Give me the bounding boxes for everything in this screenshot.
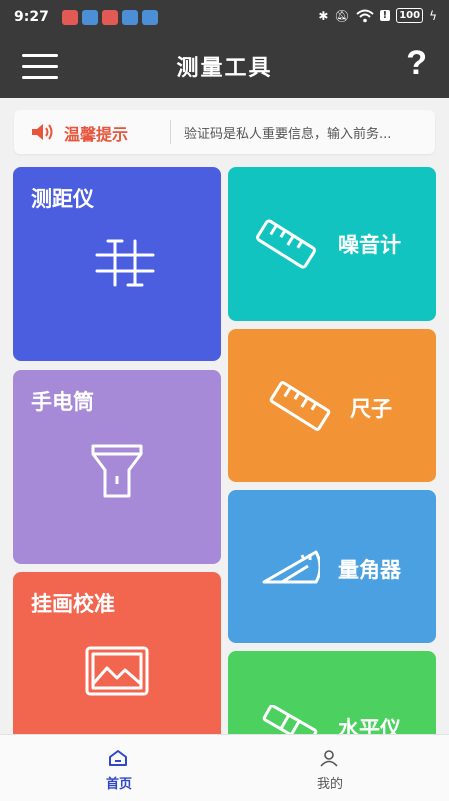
tool-card-protractor[interactable]: 量角器 — [228, 490, 436, 643]
protractor-icon — [262, 550, 320, 584]
bluetooth-icon: ✱ — [318, 8, 329, 23]
system-icons: ✱ 🔕︎ ! 100 ϟ — [318, 8, 437, 23]
rangefinder-icon — [95, 239, 155, 287]
ruler-icon — [256, 219, 316, 269]
notification-icons — [62, 10, 158, 25]
help-button[interactable]: ? — [406, 44, 427, 83]
notice-divider — [170, 120, 171, 144]
app-notification-icon — [82, 10, 98, 25]
tool-label: 挂画校准 — [31, 592, 115, 616]
tool-label: 噪音计 — [338, 233, 401, 257]
notice-label: 温馨提示 — [64, 125, 129, 144]
tool-label: 量角器 — [338, 558, 401, 582]
app-notification-icon — [102, 10, 118, 25]
tool-label: 测距仪 — [31, 187, 94, 211]
tool-label: 尺子 — [350, 397, 392, 421]
ruler-icon — [269, 381, 331, 431]
app-bar: 测量工具 ? — [0, 36, 449, 98]
status-time: 9:27 — [14, 9, 49, 25]
notice-bar[interactable]: 温馨提示 验证码是私人重要信息，输入前务... — [14, 110, 435, 154]
tool-label: 手电筒 — [31, 390, 94, 414]
app-notification-icon — [142, 10, 158, 25]
nav-label: 首页 — [105, 777, 132, 792]
picture-icon — [85, 646, 149, 696]
flashlight-icon — [91, 444, 143, 498]
notice-text: 验证码是私人重要信息，输入前务... — [184, 127, 392, 142]
nav-tab-home[interactable]: 首页 — [7, 735, 231, 801]
tool-card-noise-meter[interactable]: 噪音计 — [228, 167, 436, 321]
speaker-icon — [32, 124, 53, 140]
battery-icon: 100 — [396, 8, 424, 23]
app-notification-icon — [62, 10, 78, 25]
page-title: 测量工具 — [176, 56, 273, 81]
nav-tab-mine[interactable]: 我的 — [218, 735, 442, 801]
tool-card-rangefinder[interactable]: 测距仪 — [13, 167, 221, 361]
user-icon — [320, 750, 338, 767]
nav-label: 我的 — [316, 777, 343, 792]
charging-icon: ϟ — [429, 8, 437, 23]
tool-card-flashlight[interactable]: 手电筒 — [13, 370, 221, 564]
home-icon — [109, 750, 127, 766]
status-bar: 9:27 ✱ 🔕︎ ! 100 ϟ — [0, 0, 449, 36]
bottom-nav: 首页 我的 — [0, 734, 449, 801]
app-notification-icon — [122, 10, 138, 25]
wifi-icon — [355, 9, 374, 22]
tool-card-ruler[interactable]: 尺子 — [228, 329, 436, 482]
alert-icon: ! — [379, 10, 391, 21]
tool-card-picture-calibration[interactable]: 挂画校准 — [13, 572, 221, 742]
mute-icon: 🔕︎ — [334, 8, 350, 23]
